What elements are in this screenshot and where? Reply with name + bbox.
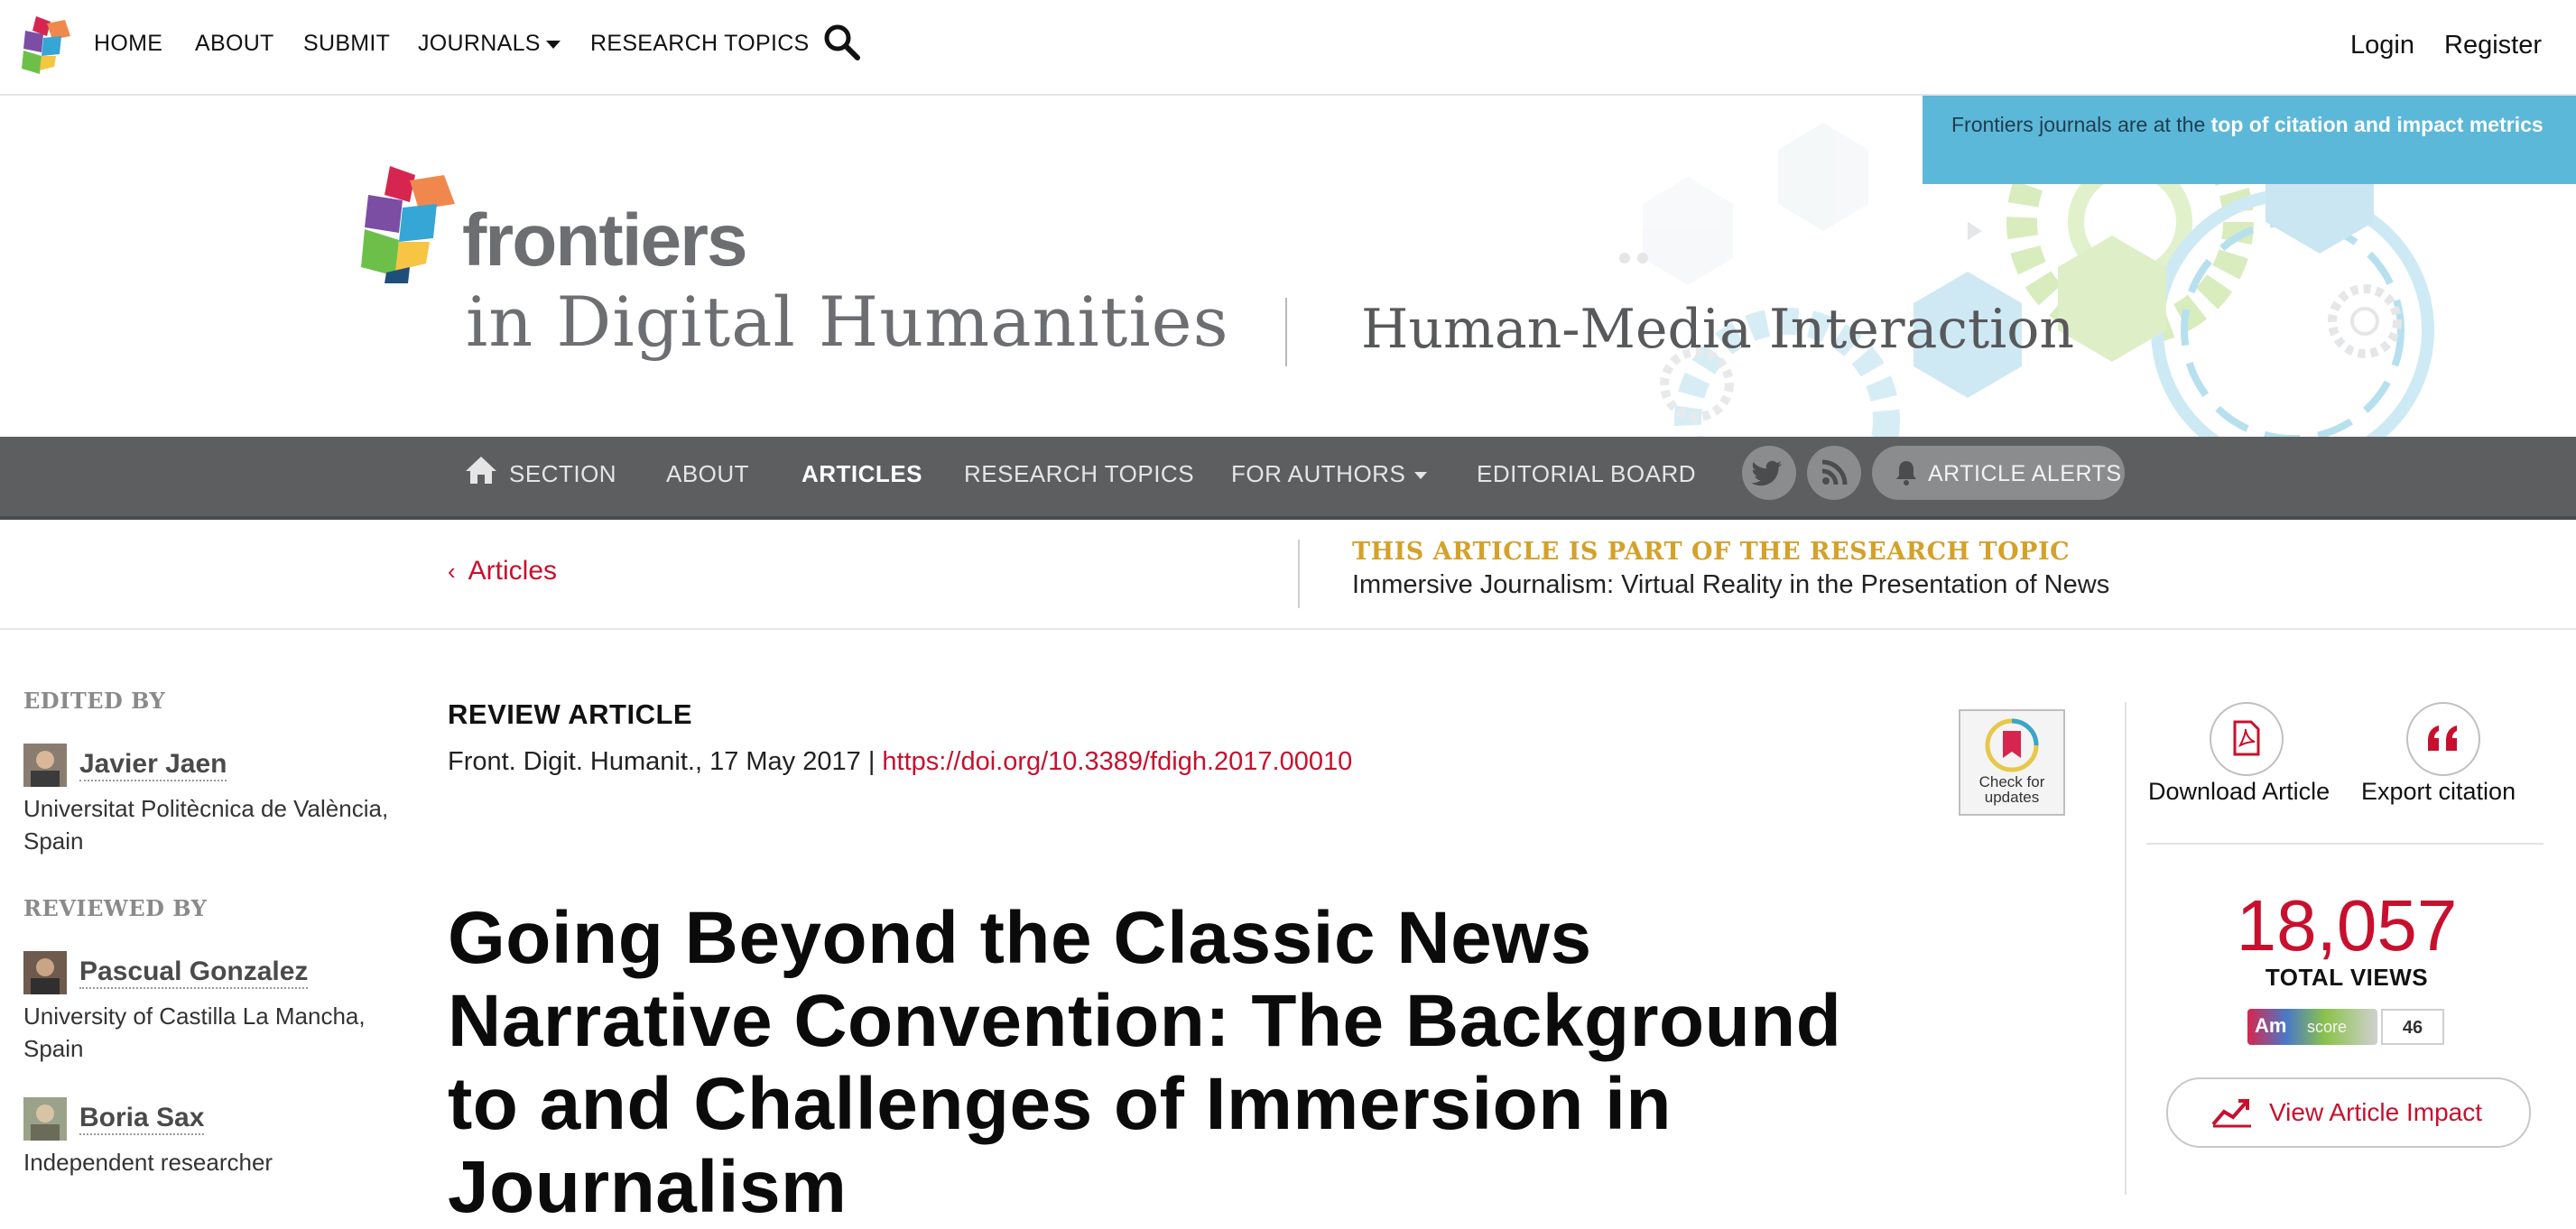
reviewed-by-heading: REVIEWED BY — [23, 895, 208, 921]
export-citation-button[interactable] — [2406, 702, 2480, 776]
download-article-button[interactable] — [2210, 702, 2284, 776]
secnav-editorial-board[interactable]: EDITORIAL BOARD — [1477, 460, 1696, 488]
download-article-label[interactable]: Download Article — [2148, 778, 2330, 806]
register-link[interactable]: Register — [2444, 31, 2542, 60]
doi-link[interactable]: https://doi.org/10.3389/fdigh.2017.00010 — [882, 747, 1352, 776]
frontiers-brand-logo-icon[interactable] — [359, 166, 455, 283]
breadcrumb: ‹ Articles THIS ARTICLE IS PART OF THE RE… — [0, 520, 2576, 630]
chevron-left-icon: ‹ — [448, 558, 456, 585]
editor-avatar — [23, 744, 67, 787]
home-icon[interactable] — [464, 455, 498, 485]
journal-header: frontiers in Digital Humanities Human-Me… — [0, 96, 2576, 437]
secnav-articles[interactable]: ARTICLES — [802, 460, 922, 488]
nav-journals-label: JOURNALS — [418, 31, 541, 56]
altmetric-logo-label: Am — [2255, 1014, 2287, 1037]
bell-icon — [1896, 461, 1916, 485]
pdf-icon — [2233, 720, 2260, 756]
reviewer-affiliation: Independent researcher — [23, 1149, 273, 1176]
secnav-research-topics[interactable]: RESEARCH TOPICS — [964, 460, 1194, 488]
editor-affiliation: Universitat Politècnica de València, Spa… — [23, 795, 389, 855]
twitter-button[interactable] — [1742, 446, 1796, 500]
check-for-updates-line: updates — [1984, 789, 2040, 806]
reviewer-name[interactable]: Boria Sax — [79, 1103, 205, 1135]
actions-divider — [2146, 843, 2544, 845]
export-citation-label[interactable]: Export citation — [2361, 778, 2516, 806]
section-nav-bar: SECTION ABOUT ARTICLES RESEARCH TOPICS F… — [0, 437, 2576, 520]
secnav-for-authors[interactable]: FOR AUTHORS — [1231, 460, 1428, 488]
right-sidebar-divider — [2125, 702, 2127, 1195]
chevron-down-icon — [1414, 472, 1428, 480]
altmetric-score: 46 — [2402, 1018, 2423, 1038]
promo-text: Frontiers journals are at the top of cit… — [1951, 110, 2565, 139]
altmetric-score-box: 46 — [2381, 1009, 2444, 1045]
journal-name: in Digital Humanities — [466, 282, 1229, 362]
altmetric-score-label: score — [2307, 1018, 2348, 1036]
total-views-count: 18,057 — [2236, 885, 2458, 966]
back-to-articles-link[interactable]: ‹ Articles — [448, 556, 557, 587]
secnav-section[interactable]: SECTION — [509, 460, 616, 488]
reviewer-avatar — [23, 951, 67, 994]
back-link-label: Articles — [468, 556, 558, 586]
article-alerts-label: ARTICLE ALERTS — [1928, 461, 2122, 486]
login-link[interactable]: Login — [2350, 31, 2414, 60]
quote-icon — [2428, 725, 2457, 751]
secnav-for-authors-label: FOR AUTHORS — [1231, 460, 1406, 487]
view-article-impact-label: View Article Impact — [2269, 1098, 2483, 1126]
breadcrumb-divider — [1298, 540, 1300, 608]
article-title: Going Beyond the Classic News Narrative … — [448, 897, 1842, 1228]
reviewer-affiliation: University of Castilla La Mancha, Spain — [23, 1003, 366, 1062]
research-topic-link[interactable]: Immersive Journalism: Virtual Reality in… — [1352, 570, 2109, 600]
promo-banner[interactable]: Frontiers journals are at the top of cit… — [1923, 96, 2576, 184]
promo-text-lead: Frontiers journals are at the — [1951, 113, 2211, 136]
altmetric-score-bar: Am score — [2247, 1009, 2377, 1045]
frontiers-logo-icon[interactable] — [20, 16, 72, 74]
nav-about[interactable]: ABOUT — [195, 31, 274, 57]
reviewer-avatar — [23, 1097, 67, 1141]
view-article-impact-button[interactable]: View Article Impact — [2166, 1077, 2531, 1148]
article-type: REVIEW ARTICLE — [448, 698, 693, 730]
total-views-label: TOTAL VIEWS — [2265, 964, 2429, 991]
secnav-about[interactable]: ABOUT — [666, 460, 749, 488]
chevron-down-icon — [545, 40, 561, 49]
brand-name: frontiers — [462, 199, 748, 282]
citation-text: Front. Digit. Humanit., 17 May 2017 | — [448, 747, 883, 776]
reviewer-name[interactable]: Pascual Gonzalez — [79, 956, 309, 989]
check-for-updates-label: Check for updates — [1960, 774, 2063, 805]
section-name: Human-Media Interaction — [1361, 298, 2075, 361]
line-chart-icon — [2211, 1099, 2251, 1128]
rss-button[interactable] — [1807, 446, 1861, 500]
nav-journals[interactable]: JOURNALS — [418, 31, 561, 57]
altmetric-badge[interactable]: Am score 46 — [2247, 1009, 2444, 1045]
header-divider — [1285, 298, 1287, 366]
research-topic-label: THIS ARTICLE IS PART OF THE RESEARCH TOP… — [1352, 538, 2071, 566]
nav-home[interactable]: HOME — [94, 31, 162, 57]
global-top-nav: HOME ABOUT SUBMIT JOURNALS RESEARCH TOPI… — [0, 0, 2576, 96]
bookmark-icon — [1985, 718, 2039, 772]
article-alerts-button[interactable]: ARTICLE ALERTS — [1872, 446, 2125, 500]
article-citation: Front. Digit. Humanit., 17 May 2017 | ht… — [448, 747, 1352, 777]
twitter-icon — [1751, 460, 1782, 486]
nav-research-topics[interactable]: RESEARCH TOPICS — [590, 31, 810, 57]
editor-name[interactable]: Javier Jaen — [79, 749, 227, 781]
edited-by-heading: EDITED BY — [23, 688, 166, 714]
search-icon[interactable] — [823, 23, 861, 61]
promo-link[interactable]: top of citation and impact metrics — [2211, 113, 2544, 136]
check-for-updates-badge[interactable]: Check for updates — [1959, 709, 2065, 816]
rss-icon — [1821, 459, 1848, 485]
nav-submit[interactable]: SUBMIT — [303, 31, 390, 57]
